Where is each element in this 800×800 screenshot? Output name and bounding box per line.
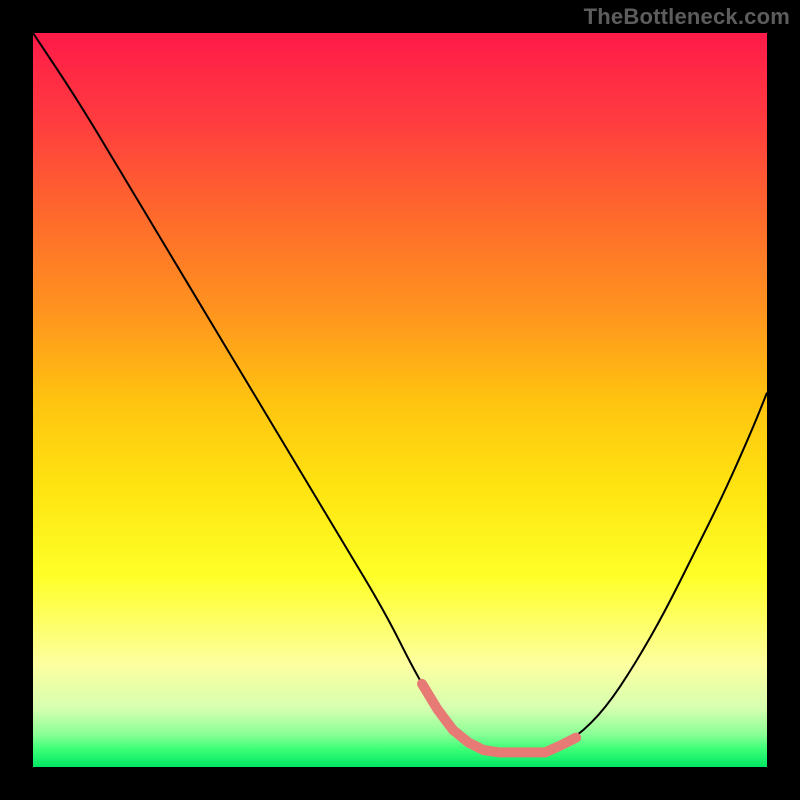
highlight-segment [422, 684, 576, 753]
watermark-text: TheBottleneck.com [584, 4, 790, 30]
plot-area [33, 33, 767, 767]
chart-frame: TheBottleneck.com [0, 0, 800, 800]
curve-path [33, 33, 767, 752]
bottleneck-curve [33, 33, 767, 767]
